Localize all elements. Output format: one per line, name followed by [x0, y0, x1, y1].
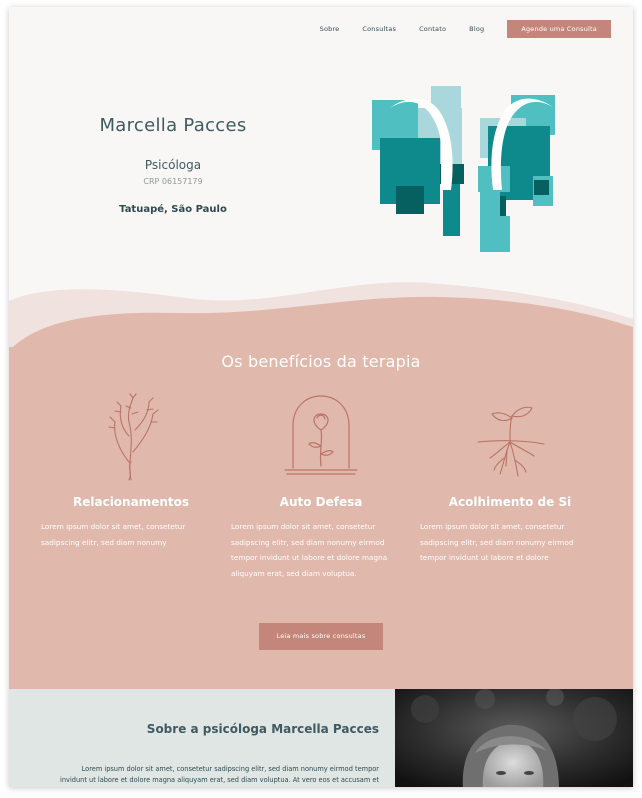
hero-role: Psicóloga: [144, 158, 202, 172]
about-title: Sobre a psicóloga Marcella Pacces: [146, 722, 379, 736]
about-section: Sobre a psicóloga Marcella Pacces Lorem …: [9, 689, 395, 787]
nav-link-contato[interactable]: Contato: [419, 25, 446, 33]
benefit-title: Acolhimento de Si: [448, 495, 572, 509]
rose-under-dome-icon: [284, 395, 358, 475]
hero-name: Marcella Pacces: [99, 115, 247, 136]
sprout-roots-icon: [477, 406, 545, 477]
benefit-title: Relacionamentos: [72, 495, 189, 509]
about-text: Lorem ipsum dolor sit amet, consetetur s…: [60, 765, 379, 784]
benefits-title: Os benefícios da terapia: [221, 352, 421, 371]
nav-link-blog[interactable]: Blog: [469, 25, 484, 33]
benefit-title: Auto Defesa: [279, 495, 363, 509]
top-nav: Sobre Consultas Contato Blog Agende uma …: [320, 20, 611, 38]
benefit-column-auto-defesa: Auto Defesa Lorem ipsum dolor sit amet, …: [231, 392, 411, 582]
benefit-text: Lorem ipsum dolor sit amet, consetetur s…: [41, 522, 186, 547]
benefit-column-acolhimento: Acolhimento de Si Lorem ipsum dolor sit …: [420, 392, 600, 566]
branch-plant-icon: [108, 393, 159, 481]
hero-info: Marcella Pacces Psicóloga CRP 06157179 T…: [73, 115, 273, 215]
nav-link-consultas[interactable]: Consultas: [362, 25, 396, 33]
read-more-consultations-button[interactable]: Leia mais sobre consultas: [259, 623, 383, 650]
page-frame: Sobre Consultas Contato Blog Agende uma …: [9, 7, 633, 787]
psi-logo-icon: [372, 86, 555, 252]
nav-link-sobre[interactable]: Sobre: [320, 25, 340, 33]
benefit-text: Lorem ipsum dolor sit amet, consetetur s…: [420, 522, 574, 563]
psychologist-photo: [395, 689, 633, 787]
benefit-column-relacionamentos: Relacionamentos Lorem ipsum dolor sit am…: [41, 392, 221, 550]
hero-location: Tatuapé, São Paulo: [119, 204, 227, 215]
hero-crp: CRP 06157179: [143, 177, 203, 186]
benefit-text: Lorem ipsum dolor sit amet, consetetur s…: [231, 522, 388, 579]
schedule-consultation-button[interactable]: Agende uma Consulta: [507, 20, 611, 38]
